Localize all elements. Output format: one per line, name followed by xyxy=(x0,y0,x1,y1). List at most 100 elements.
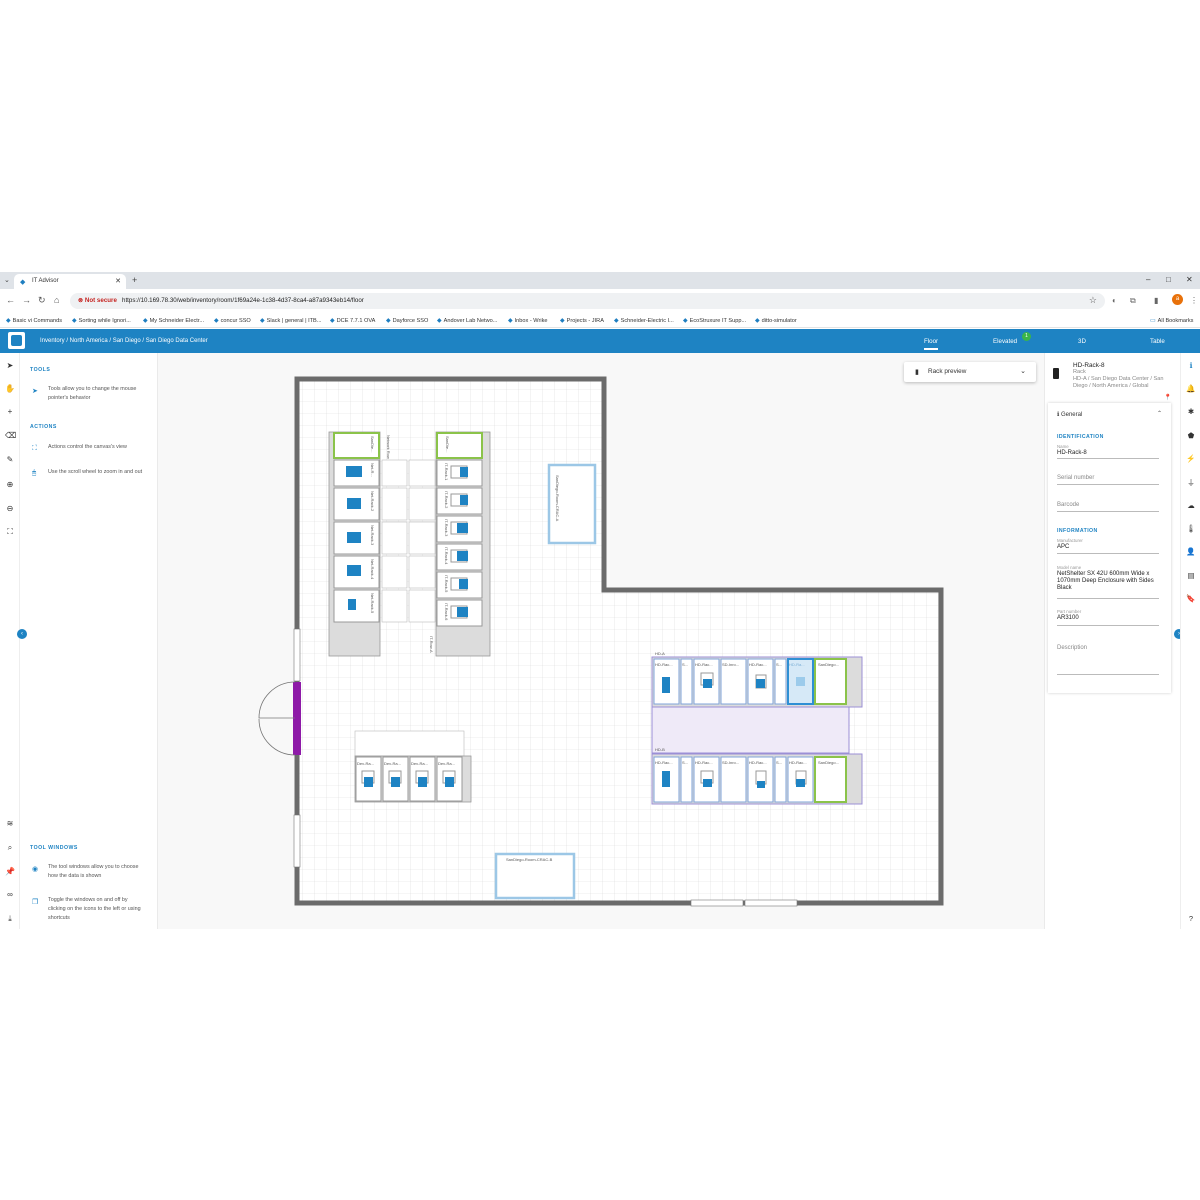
part-number-field[interactable]: Part number AR3100 xyxy=(1057,609,1159,626)
pin-icon[interactable]: 📌 xyxy=(5,867,15,876)
name-field[interactable]: Name HD-Rack-8 xyxy=(1057,444,1159,459)
hd-rack[interactable]: HD-Rac... xyxy=(653,658,680,705)
extension-icon[interactable]: ◐ xyxy=(1112,296,1117,305)
dev-rack[interactable]: Dev-Ra... xyxy=(355,756,382,802)
chevron-up-icon[interactable]: ⌃ xyxy=(1157,410,1162,417)
maximize-icon[interactable]: □ xyxy=(1166,275,1171,284)
hd-rack[interactable]: SD-Inro... xyxy=(720,756,747,803)
eraser-icon[interactable]: ⌫ xyxy=(5,431,16,440)
bookmark-item[interactable]: ◆ concur SSO xyxy=(214,317,251,324)
rack-preview-dropdown[interactable]: ▮ Rack preview ⌄ xyxy=(904,362,1036,382)
hd-pod[interactable]: HD-A HD-B HD-Rac... S... HD-Rac... SD-In… xyxy=(651,651,863,805)
info-icon[interactable]: ℹ xyxy=(1186,361,1196,370)
floor-plan[interactable]: SanDie... Net-R... Net-Rack-2 Net-Rack-3… xyxy=(158,353,1044,929)
bookmark-item[interactable]: ◆ EcoStruxure IT Supp... xyxy=(683,317,746,324)
browser-tab[interactable]: ◆ IT Advisor ✕ xyxy=(14,274,126,289)
download-icon[interactable]: ⤓ xyxy=(5,914,15,924)
manufacturer-field[interactable]: Manufacturer APC xyxy=(1057,538,1159,554)
dev-rack[interactable]: Dev-Ra... xyxy=(436,756,463,802)
bookmark-item[interactable]: ◆ Schneider-Electric I... xyxy=(614,317,674,324)
net-rack[interactable]: Net-Rack-2 xyxy=(333,487,380,521)
browser-menu-icon[interactable]: ⋮ xyxy=(1190,296,1198,305)
serial-number-field[interactable]: Serial number xyxy=(1057,471,1159,485)
net-racks[interactable]: Net-R... Net-Rack-2 Net-Rack-3 Net-Rack-… xyxy=(333,459,380,623)
layers-icon[interactable]: ≋ xyxy=(5,819,15,828)
pin-icon[interactable]: 📍 xyxy=(1164,394,1171,401)
it-rack[interactable]: IT-Rack-2 xyxy=(436,487,483,515)
extensions-puzzle-icon[interactable]: ⧉ xyxy=(1130,296,1136,306)
cooling-icon[interactable]: ☁ xyxy=(1186,501,1196,510)
hd-a-racks[interactable]: HD-Rac... S... HD-Rac... SD-Inro... HD-R… xyxy=(653,658,847,705)
bookmark-item[interactable]: ◆ Dayforce SSO xyxy=(386,317,428,324)
user-icon[interactable]: 👤 xyxy=(1186,547,1196,556)
bookmark-item[interactable]: ◆ Inbox - Wrike xyxy=(508,317,547,324)
power-bolt-icon[interactable]: ⚡ xyxy=(1186,454,1196,463)
breadcrumb[interactable]: Inventory / North America / San Diego / … xyxy=(40,338,208,344)
hd-rack[interactable]: S... xyxy=(774,658,787,705)
bookmark-item[interactable]: ◆ ditto-simulator xyxy=(755,317,797,324)
floor-canvas[interactable]: SanDie... Net-R... Net-Rack-2 Net-Rack-3… xyxy=(158,353,1044,929)
pan-hand-icon[interactable]: ✋ xyxy=(5,384,15,393)
hd-rack[interactable]: HD-Rac... xyxy=(693,756,720,803)
bookmark-item[interactable]: ◆ Basic vi Commands xyxy=(6,317,62,324)
side-panel-icon[interactable]: ▮ xyxy=(1154,296,1158,305)
it-row-pdu[interactable] xyxy=(436,432,483,459)
hd-rack[interactable]: HD-Rac... xyxy=(653,756,680,803)
close-window-icon[interactable]: ✕ xyxy=(1186,275,1193,284)
link-icon[interactable]: ∞ xyxy=(5,890,15,899)
thermometer-icon[interactable]: 🌡 xyxy=(1186,524,1196,533)
it-rack[interactable]: IT-Rack-6 xyxy=(436,599,483,627)
address-bar[interactable]: ⊗ Not secure https://10.169.78.30/web/in… xyxy=(70,293,1105,309)
all-bookmarks[interactable]: ▭ All Bookmarks xyxy=(1150,317,1193,324)
collapse-left-panel-button[interactable]: ‹ xyxy=(17,629,27,639)
hd-pdu[interactable]: SanDiego... xyxy=(814,756,847,803)
app-logo[interactable] xyxy=(8,332,25,349)
net-rack[interactable]: Net-Rack-3 xyxy=(333,521,380,555)
dev-rack[interactable]: Dev-Ra... xyxy=(409,756,436,802)
fit-to-screen-icon[interactable]: ⛶ xyxy=(5,527,15,537)
bookmark-item[interactable]: ◆ Sorting while Ignori... xyxy=(72,317,131,324)
it-rack[interactable]: IT-Rack-1 xyxy=(436,459,483,487)
hd-rack-selected[interactable]: HD-Ra... xyxy=(787,658,814,705)
bookmark-item[interactable]: ◆ Andover Lab Netwo... xyxy=(437,317,497,324)
tab-search-icon[interactable]: ⌄ xyxy=(4,276,10,284)
bookmark-item[interactable]: ◆ Slack | general | ITB... xyxy=(260,317,321,324)
hd-rack[interactable]: HD-Rac... xyxy=(747,756,774,803)
model-name-field[interactable]: Model name NetShelter SX 42U 600mm Wide … xyxy=(1057,565,1159,599)
net-rack[interactable]: Net-R... xyxy=(333,459,380,487)
help-icon[interactable]: ? xyxy=(1186,914,1196,923)
hd-rack[interactable]: S... xyxy=(774,756,787,803)
alarm-bell-icon[interactable]: 🔔 xyxy=(1186,384,1196,393)
new-tab-icon[interactable]: + xyxy=(132,275,137,285)
door[interactable] xyxy=(293,682,301,755)
tab-elevated[interactable]: Elevated xyxy=(993,338,1017,345)
minimize-icon[interactable]: – xyxy=(1146,275,1150,284)
hd-pdu[interactable]: SanDiego... xyxy=(814,658,847,705)
not-secure-badge[interactable]: ⊗ Not secure xyxy=(78,297,117,304)
zoom-out-icon[interactable]: ⊖ xyxy=(5,504,15,513)
hd-rack[interactable]: HD-Rac... xyxy=(787,756,814,803)
tab-floor[interactable]: Floor xyxy=(924,338,939,350)
url-text[interactable]: https://10.169.78.30/web/inventory/room/… xyxy=(122,297,364,304)
id-card-icon[interactable]: ▤ xyxy=(1186,571,1196,580)
hd-rack[interactable]: S... xyxy=(680,658,693,705)
it-rack[interactable]: IT-Rack-4 xyxy=(436,543,483,571)
bookmark-item[interactable]: ◆ Projects - JIRA xyxy=(560,317,604,324)
tag-icon[interactable]: ⬟ xyxy=(1186,431,1196,440)
search-icon[interactable]: ⌕ xyxy=(5,843,15,853)
add-icon[interactable]: + xyxy=(5,407,15,416)
home-icon[interactable]: ⌂ xyxy=(54,295,59,305)
description-field[interactable]: Description xyxy=(1057,643,1159,675)
barcode-field[interactable]: Barcode xyxy=(1057,498,1159,512)
hd-rack[interactable]: HD-Rac... xyxy=(747,658,774,705)
pointer-tool-icon[interactable]: ➤ xyxy=(5,361,15,370)
profile-avatar[interactable]: a xyxy=(1172,294,1183,305)
bookmark-item[interactable]: ◆ My Schneider Electr... xyxy=(143,317,204,324)
bookmark-icon[interactable]: 🔖 xyxy=(1186,594,1196,603)
zoom-in-icon[interactable]: ⊕ xyxy=(5,480,15,489)
it-rack[interactable]: IT-Rack-3 xyxy=(436,515,483,543)
net-rack[interactable]: Net-Rack-4 xyxy=(333,555,380,589)
plug-icon[interactable]: ⏚ xyxy=(1186,477,1196,488)
hd-rack[interactable]: S... xyxy=(680,756,693,803)
dev-rack[interactable]: Dev-Ra... xyxy=(382,756,409,802)
